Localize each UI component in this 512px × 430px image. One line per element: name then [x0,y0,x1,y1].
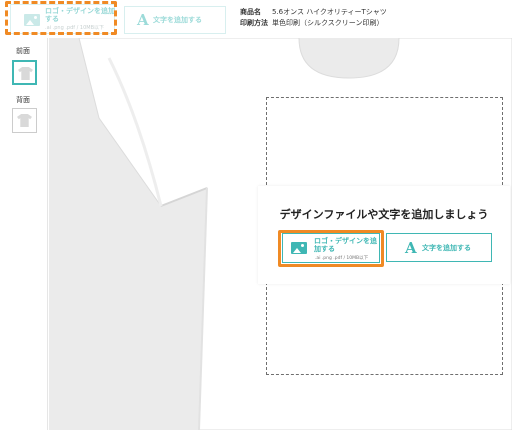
text-a-icon: A [137,11,149,29]
print-method-key: 印刷方法 [240,19,268,27]
toolbar-add-text-label: 文字を追加する [153,16,202,24]
top-toolbar: ロゴ・デザインを追加する .ai .png .pdf / 10MB以下 A 文字… [0,0,512,38]
text-a-icon: A [405,239,417,257]
add-text-button[interactable]: A 文字を追加する [386,233,492,262]
tshirt-front-icon [18,67,33,80]
toolbar-highlight-frame [5,1,117,35]
toolbar-add-text-button[interactable]: A 文字を追加する [124,6,226,34]
back-view-thumbnail[interactable] [12,108,37,133]
print-method-value: 単色印刷（シルクスクリーン印刷） [272,19,384,27]
add-text-label: 文字を追加する [422,244,471,252]
front-view-label: 前面 [16,47,30,55]
product-info: 商品名 5.6オンス ハイクオリティーTシャツ 印刷方法 単色印刷（シルクスクリ… [240,7,387,29]
add-logo-highlight-frame [278,230,384,267]
back-view-label: 背面 [16,96,30,104]
view-selector: 前面 背面 [0,38,48,430]
panel-title: デザインファイルや文字を追加しましょう [279,208,489,221]
product-name-key: 商品名 [240,8,261,16]
product-name-value: 5.6オンス ハイクオリティーTシャツ [272,8,387,16]
tshirt-back-icon [17,114,32,127]
front-view-thumbnail[interactable] [12,60,37,85]
